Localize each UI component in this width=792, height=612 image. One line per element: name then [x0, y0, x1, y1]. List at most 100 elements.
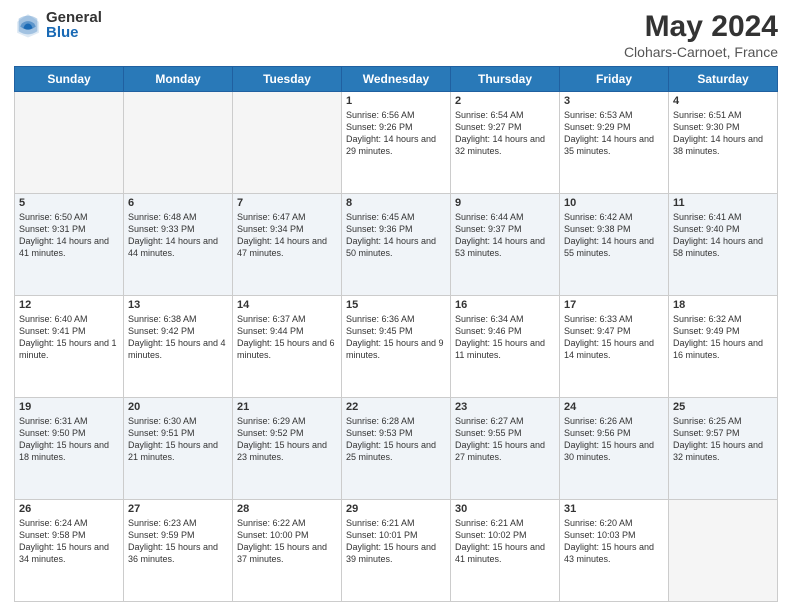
day-info: Sunrise: 6:54 AM Sunset: 9:27 PM Dayligh… — [455, 109, 555, 158]
day-info: Sunrise: 6:22 AM Sunset: 10:00 PM Daylig… — [237, 517, 337, 566]
calendar-cell-w4-d1: 19Sunrise: 6:31 AM Sunset: 9:50 PM Dayli… — [15, 398, 124, 500]
page-header: General Blue May 2024 Clohars-Carnoet, F… — [14, 10, 778, 60]
calendar-cell-w1-d7: 4Sunrise: 6:51 AM Sunset: 9:30 PM Daylig… — [669, 92, 778, 194]
calendar-cell-w3-d4: 15 Sunrise: 6:36 AM Sunset: 9:45 PM Dayli… — [342, 296, 451, 398]
calendar-cell-w5-d2: 27 Sunrise: 6:23 AM Sunset: 9:59 PM Dayli… — [124, 500, 233, 602]
calendar-cell-w4-d3: 21 Sunrise: 6:29 AM Sunset: 9:52 PM Dayli… — [233, 398, 342, 500]
day-info: Sunrise: 6:48 AM Sunset: 9:33 PM Dayligh… — [128, 211, 228, 260]
day-info: Sunrise: 6:20 AM Sunset: 10:03 PM Daylig… — [564, 517, 664, 566]
logo-icon — [14, 11, 42, 39]
logo-general-text: General — [46, 10, 102, 25]
calendar-cell-w2-d3: 7Sunrise: 6:47 AM Sunset: 9:34 PM Daylig… — [233, 194, 342, 296]
header-tuesday: Tuesday — [233, 67, 342, 92]
day-info: Sunrise: 6:53 AM Sunset: 9:29 PM Dayligh… — [564, 109, 664, 158]
day-info: Sunrise: 6:33 AM Sunset: 9:47 PM Dayligh… — [564, 313, 664, 362]
day-number: 26 — [19, 503, 119, 515]
day-info: Sunrise: 6:36 AM Sunset: 9:45 PM Dayligh… — [346, 313, 446, 362]
day-number: 1 — [346, 95, 446, 107]
week-row-5: 26 Sunrise: 6:24 AM Sunset: 9:58 PM Dayli… — [15, 500, 778, 602]
calendar-cell-w3-d2: 13Sunrise: 6:38 AM Sunset: 9:42 PM Dayli… — [124, 296, 233, 398]
day-number: 21 — [237, 401, 337, 413]
day-info: Sunrise: 6:32 AM Sunset: 9:49 PM Dayligh… — [673, 313, 773, 362]
calendar-cell-w4-d7: 25Sunrise: 6:25 AM Sunset: 9:57 PM Dayli… — [669, 398, 778, 500]
header-thursday: Thursday — [451, 67, 560, 92]
calendar-cell-w3-d7: 18 Sunrise: 6:32 AM Sunset: 9:49 PM Dayli… — [669, 296, 778, 398]
day-number: 2 — [455, 95, 555, 107]
week-row-2: 5 Sunrise: 6:50 AM Sunset: 9:31 PM Daylig… — [15, 194, 778, 296]
day-info: Sunrise: 6:21 AM Sunset: 10:01 PM Daylig… — [346, 517, 446, 566]
day-number: 18 — [673, 299, 773, 311]
day-info: Sunrise: 6:47 AM Sunset: 9:34 PM Dayligh… — [237, 211, 337, 260]
calendar-cell-w5-d1: 26 Sunrise: 6:24 AM Sunset: 9:58 PM Dayli… — [15, 500, 124, 602]
location-subtitle: Clohars-Carnoet, France — [624, 44, 778, 60]
day-number: 23 — [455, 401, 555, 413]
calendar-cell-w5-d6: 31 Sunrise: 6:20 AM Sunset: 10:03 PM Dayl… — [560, 500, 669, 602]
day-number: 31 — [564, 503, 664, 515]
week-row-3: 12Sunrise: 6:40 AM Sunset: 9:41 PM Dayli… — [15, 296, 778, 398]
day-number: 12 — [19, 299, 119, 311]
day-number: 15 — [346, 299, 446, 311]
day-info: Sunrise: 6:44 AM Sunset: 9:37 PM Dayligh… — [455, 211, 555, 260]
calendar-cell-w2-d4: 8 Sunrise: 6:45 AM Sunset: 9:36 PM Daylig… — [342, 194, 451, 296]
day-number: 22 — [346, 401, 446, 413]
header-friday: Friday — [560, 67, 669, 92]
day-number: 4 — [673, 95, 773, 107]
week-row-1: 1 Sunrise: 6:56 AM Sunset: 9:26 PM Daylig… — [15, 92, 778, 194]
day-info: Sunrise: 6:56 AM Sunset: 9:26 PM Dayligh… — [346, 109, 446, 158]
day-number: 14 — [237, 299, 337, 311]
day-info: Sunrise: 6:25 AM Sunset: 9:57 PM Dayligh… — [673, 415, 773, 464]
day-number: 30 — [455, 503, 555, 515]
calendar-cell-w1-d5: 2 Sunrise: 6:54 AM Sunset: 9:27 PM Daylig… — [451, 92, 560, 194]
day-info: Sunrise: 6:28 AM Sunset: 9:53 PM Dayligh… — [346, 415, 446, 464]
day-number: 20 — [128, 401, 228, 413]
calendar-cell-w3-d1: 12Sunrise: 6:40 AM Sunset: 9:41 PM Dayli… — [15, 296, 124, 398]
calendar-cell-w4-d6: 24 Sunrise: 6:26 AM Sunset: 9:56 PM Dayli… — [560, 398, 669, 500]
day-number: 17 — [564, 299, 664, 311]
day-number: 10 — [564, 197, 664, 209]
logo-text: General Blue — [46, 10, 102, 40]
weekday-header-row: Sunday Monday Tuesday Wednesday Thursday… — [15, 67, 778, 92]
day-number: 5 — [19, 197, 119, 209]
calendar-cell-w5-d7 — [669, 500, 778, 602]
day-info: Sunrise: 6:37 AM Sunset: 9:44 PM Dayligh… — [237, 313, 337, 362]
calendar-cell-w1-d6: 3 Sunrise: 6:53 AM Sunset: 9:29 PM Daylig… — [560, 92, 669, 194]
calendar-cell-w3-d5: 16 Sunrise: 6:34 AM Sunset: 9:46 PM Dayli… — [451, 296, 560, 398]
header-saturday: Saturday — [669, 67, 778, 92]
day-info: Sunrise: 6:42 AM Sunset: 9:38 PM Dayligh… — [564, 211, 664, 260]
day-info: Sunrise: 6:41 AM Sunset: 9:40 PM Dayligh… — [673, 211, 773, 260]
header-sunday: Sunday — [15, 67, 124, 92]
calendar-cell-w2-d6: 10 Sunrise: 6:42 AM Sunset: 9:38 PM Dayli… — [560, 194, 669, 296]
logo-blue-text: Blue — [46, 25, 102, 40]
calendar-cell-w2-d5: 9Sunrise: 6:44 AM Sunset: 9:37 PM Daylig… — [451, 194, 560, 296]
day-info: Sunrise: 6:50 AM Sunset: 9:31 PM Dayligh… — [19, 211, 119, 260]
calendar-cell-w1-d3 — [233, 92, 342, 194]
day-number: 11 — [673, 197, 773, 209]
day-number: 29 — [346, 503, 446, 515]
day-info: Sunrise: 6:24 AM Sunset: 9:58 PM Dayligh… — [19, 517, 119, 566]
day-number: 16 — [455, 299, 555, 311]
day-info: Sunrise: 6:31 AM Sunset: 9:50 PM Dayligh… — [19, 415, 119, 464]
day-info: Sunrise: 6:45 AM Sunset: 9:36 PM Dayligh… — [346, 211, 446, 260]
calendar-cell-w2-d2: 6Sunrise: 6:48 AM Sunset: 9:33 PM Daylig… — [124, 194, 233, 296]
day-number: 27 — [128, 503, 228, 515]
calendar-cell-w4-d5: 23 Sunrise: 6:27 AM Sunset: 9:55 PM Dayli… — [451, 398, 560, 500]
title-block: May 2024 Clohars-Carnoet, France — [624, 10, 778, 60]
main-title: May 2024 — [624, 10, 778, 44]
day-number: 28 — [237, 503, 337, 515]
day-info: Sunrise: 6:23 AM Sunset: 9:59 PM Dayligh… — [128, 517, 228, 566]
day-number: 24 — [564, 401, 664, 413]
calendar-cell-w1-d1 — [15, 92, 124, 194]
day-info: Sunrise: 6:29 AM Sunset: 9:52 PM Dayligh… — [237, 415, 337, 464]
day-info: Sunrise: 6:21 AM Sunset: 10:02 PM Daylig… — [455, 517, 555, 566]
day-number: 8 — [346, 197, 446, 209]
day-info: Sunrise: 6:26 AM Sunset: 9:56 PM Dayligh… — [564, 415, 664, 464]
calendar-cell-w5-d4: 29 Sunrise: 6:21 AM Sunset: 10:01 PM Dayl… — [342, 500, 451, 602]
day-info: Sunrise: 6:34 AM Sunset: 9:46 PM Dayligh… — [455, 313, 555, 362]
logo: General Blue — [14, 10, 102, 40]
day-info: Sunrise: 6:27 AM Sunset: 9:55 PM Dayligh… — [455, 415, 555, 464]
header-monday: Monday — [124, 67, 233, 92]
day-number: 13 — [128, 299, 228, 311]
day-info: Sunrise: 6:30 AM Sunset: 9:51 PM Dayligh… — [128, 415, 228, 464]
day-number: 3 — [564, 95, 664, 107]
week-row-4: 19Sunrise: 6:31 AM Sunset: 9:50 PM Dayli… — [15, 398, 778, 500]
